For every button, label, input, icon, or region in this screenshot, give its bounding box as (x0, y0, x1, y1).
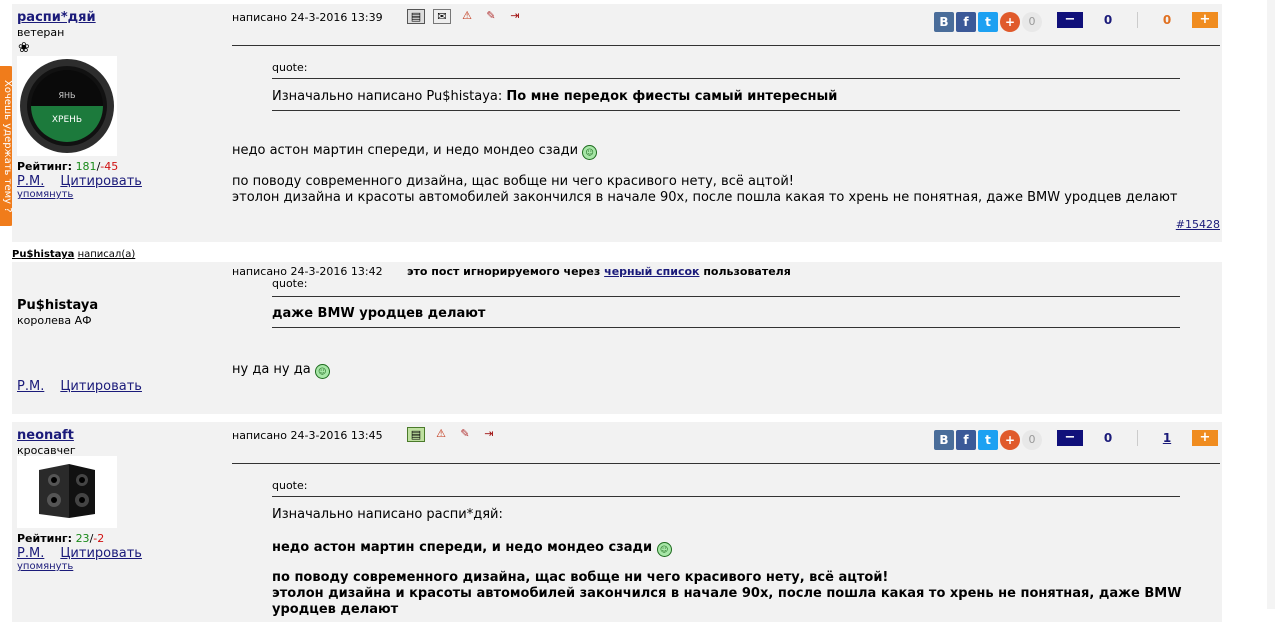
blacklist-link[interactable]: черный список (604, 265, 699, 278)
smiley-icon: ☺ (656, 542, 672, 557)
ignored-notice: это пост игнорируемого через черный спис… (407, 265, 791, 278)
twitter-share-button[interactable]: t (978, 12, 998, 32)
quote-text: недо астон мартин спереди, и недо мондео… (272, 540, 672, 557)
post-body-line: ну да ну да ☺ (232, 362, 330, 379)
facebook-share-button[interactable]: f (956, 12, 976, 32)
quote-link[interactable]: Цитировать (60, 546, 142, 561)
more-share-button[interactable]: + (1000, 12, 1020, 32)
avatar: ХРЕНЬ ЯНЬ (17, 56, 117, 156)
quote-label: quote: (272, 277, 308, 290)
twitter-share-button[interactable]: t (978, 430, 998, 450)
forum-post: neonaft кросавчег Рейтинг: 23/-2 Р.М. Цит… (12, 422, 1222, 622)
share-count: 0 (1022, 12, 1042, 32)
vote-up-count[interactable]: 1 (1142, 431, 1192, 445)
quote-divider (272, 496, 1180, 497)
vk-share-button[interactable]: В (934, 430, 954, 450)
facebook-share-button[interactable]: f (956, 430, 976, 450)
rank-badge-icon: ❀ (18, 40, 30, 56)
quote-intro: Изначально написано распи*дяй: (272, 507, 503, 522)
post-body-line: недо астон мартин спереди, и недо мондео… (232, 143, 598, 160)
share-bar: В f t + 0 (934, 430, 1042, 450)
quote-divider (272, 110, 1180, 111)
quote-text: уродцев делают (272, 602, 399, 617)
scrollbar[interactable] (1267, 0, 1275, 609)
quote-label: quote: (272, 479, 308, 492)
vote-bar: − 0 1 + (1057, 430, 1218, 446)
quote-link[interactable]: Цитировать (60, 379, 142, 394)
post-author-name: Pu$histaya (17, 298, 99, 313)
vote-down-button[interactable]: − (1057, 430, 1083, 446)
quote-text: этолон дизайна и красоты автомобилей зак… (272, 586, 1182, 601)
vote-up-button[interactable]: + (1192, 430, 1218, 446)
vote-down-button[interactable]: − (1057, 12, 1083, 28)
share-count: 0 (1022, 430, 1042, 450)
quote-link[interactable]: Цитировать (60, 174, 142, 189)
post-date: написано 24-3-2016 13:39 (232, 11, 383, 24)
forum-post: распи*дяй ветеран ❀ ХРЕНЬ ЯНЬ Рейтинг: 1… (12, 4, 1222, 242)
post-body-line: по поводу современного дизайна, щас вобщ… (232, 174, 794, 189)
vote-down-count: 0 (1103, 13, 1113, 27)
share-bar: В f t + 0 (934, 12, 1042, 32)
mention-link[interactable]: упомянуть (17, 189, 73, 200)
post-author-link[interactable]: neonaft (17, 428, 74, 443)
avatar (17, 456, 117, 528)
quote-divider (272, 327, 1180, 328)
post-date: написано 24-3-2016 13:45 (232, 429, 383, 442)
quote-text: по поводу современного дизайна, щас вобщ… (272, 570, 889, 585)
report-icon[interactable]: ⚠ (433, 427, 449, 440)
quote-divider (272, 78, 1180, 79)
vote-up-button[interactable]: + (1192, 12, 1218, 28)
edit-icon[interactable]: ✎ (483, 9, 499, 22)
smiley-icon: ☺ (582, 145, 598, 160)
vote-down-count: 0 (1103, 431, 1113, 445)
quote-text: даже BMW уродцев делают (272, 306, 486, 321)
wrote-user-link[interactable]: Pu$histaya (12, 249, 74, 260)
smiley-icon: ☺ (314, 364, 330, 379)
vote-up-count: 0 (1162, 13, 1172, 27)
post-permalink[interactable]: #15428 (1176, 218, 1220, 231)
wrote-header: Pu$histaya написал(а) (12, 249, 136, 260)
mention-link[interactable]: упомянуть (17, 561, 73, 572)
pm-link[interactable]: Р.М. (17, 546, 44, 561)
svg-text:ЯНЬ: ЯНЬ (58, 91, 75, 100)
reply-icon[interactable]: ⇥ (507, 9, 523, 22)
quote-text: Изначально написано Pu$histaya: По мне п… (272, 89, 838, 104)
quote-label: quote: (272, 61, 308, 74)
profile-icon[interactable]: ▤ (407, 427, 425, 442)
email-icon[interactable]: ✉ (433, 9, 451, 24)
post-author-link[interactable]: распи*дяй (17, 10, 96, 25)
user-rating: Рейтинг: 23/-2 (17, 532, 105, 545)
forum-post: написано 24-3-2016 13:42 это пост игнори… (12, 262, 1222, 414)
edit-icon[interactable]: ✎ (457, 427, 473, 440)
svg-text:ХРЕНЬ: ХРЕНЬ (52, 115, 82, 125)
more-share-button[interactable]: + (1000, 430, 1020, 450)
post-body-line: этолон дизайна и красоты автомобилей зак… (232, 190, 1178, 205)
pm-link[interactable]: Р.М. (17, 174, 44, 189)
divider (232, 463, 1220, 464)
reply-icon[interactable]: ⇥ (481, 427, 497, 440)
vote-bar: − 0 0 + (1057, 12, 1218, 28)
quote-divider (272, 296, 1180, 297)
divider (232, 45, 1220, 46)
vk-share-button[interactable]: В (934, 12, 954, 32)
user-rank: ветеран (17, 26, 65, 39)
pm-link[interactable]: Р.М. (17, 379, 44, 394)
report-icon[interactable]: ⚠ (459, 9, 475, 22)
user-rating: Рейтинг: 181/-45 (17, 160, 119, 173)
user-rank: королева АФ (17, 314, 92, 327)
profile-icon[interactable]: ▤ (407, 9, 425, 24)
